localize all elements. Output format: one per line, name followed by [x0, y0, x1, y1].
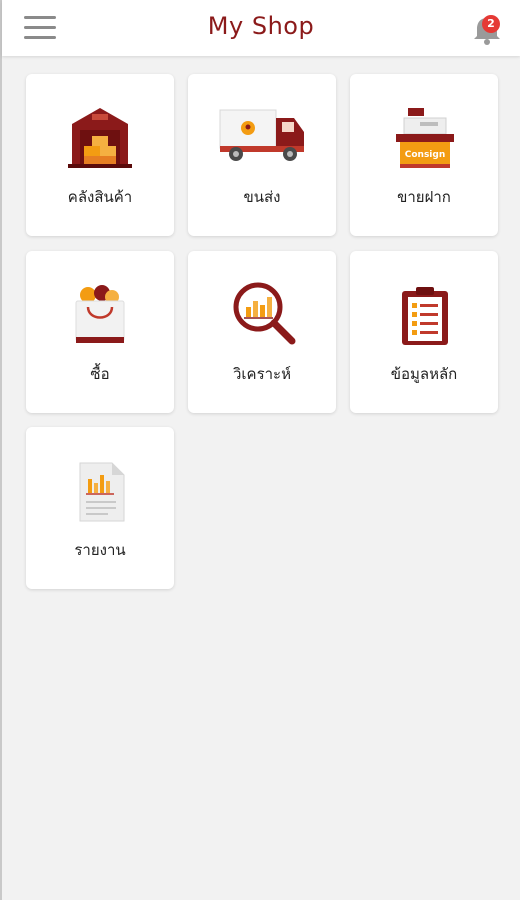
menu-tile-consign[interactable]: Consign ขายฝาก	[350, 74, 498, 236]
menu-tile-purchase[interactable]: ซื้อ	[26, 251, 174, 413]
menu-tile-warehouse[interactable]: คลังสินค้า	[26, 74, 174, 236]
delivery-truck-icon	[219, 109, 304, 161]
menu-tile-master-data[interactable]: ข้อมูลหลัก	[350, 251, 498, 413]
menu-label-warehouse: คลังสินค้า	[67, 188, 133, 206]
menu-tile-report[interactable]: รายงาน	[26, 427, 174, 589]
menu-label-consign: ขายฝาก	[397, 188, 451, 206]
menu-tile-shipping[interactable]: ขนส่ง	[188, 74, 336, 236]
page-title: My Shop	[207, 12, 315, 40]
menu-label-analysis: วิเคราะห์	[232, 365, 291, 383]
clipboard-icon	[402, 287, 448, 345]
menu-label-master-data: ข้อมูลหลัก	[390, 365, 458, 383]
notification-badge: 2	[482, 15, 500, 33]
menu-tile-analysis[interactable]: วิเคราะห์	[188, 251, 336, 413]
warehouse-icon	[68, 108, 132, 168]
menu-label-shipping: ขนส่ง	[243, 188, 281, 206]
magnifier-chart-icon	[233, 282, 296, 345]
consign-icon-text: Consign	[405, 150, 446, 160]
app-screen: My Shop 2 คลังสินค้า ขนส่ง Consign ขายฝา…	[0, 0, 520, 900]
menu-label-report: รายงาน	[74, 541, 126, 559]
shopping-bag-icon	[75, 285, 125, 343]
menu-label-purchase: ซื้อ	[90, 365, 110, 383]
consign-counter-icon: Consign	[396, 108, 454, 168]
app-bar: My Shop 2	[2, 0, 520, 56]
report-document-icon	[79, 462, 125, 522]
